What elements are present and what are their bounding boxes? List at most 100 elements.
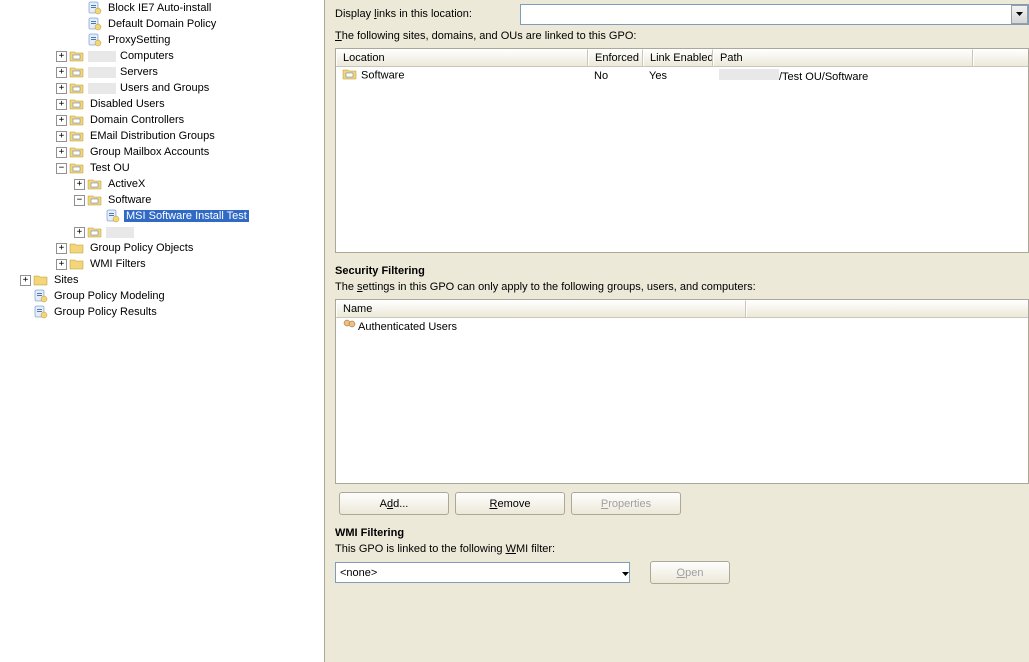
expand-icon[interactable]: +: [56, 147, 67, 158]
ou-icon: [69, 128, 85, 144]
links-cell-enforced: No: [588, 70, 643, 82]
ou-icon: [87, 192, 103, 208]
expand-icon[interactable]: +: [56, 243, 67, 254]
tree-item[interactable]: + Group Mailbox Accounts: [20, 144, 324, 160]
links-header-location[interactable]: Location: [336, 49, 588, 66]
ou-icon: [342, 66, 358, 85]
expand-icon[interactable]: +: [56, 99, 67, 110]
add-button[interactable]: Add...: [339, 492, 449, 515]
wmi-filtering-title: WMI Filtering: [335, 521, 1029, 543]
ou-icon: [69, 80, 85, 96]
details-panel: Display links in this location: The foll…: [325, 0, 1029, 662]
linked-sites-label: The following sites, domains, and OUs ar…: [335, 30, 1029, 42]
console-tree[interactable]: Block IE7 Auto-install Default Domain Pol…: [0, 0, 324, 320]
tree-item-label: Default Domain Policy: [106, 18, 218, 30]
ou-icon: [87, 176, 103, 192]
expand-icon[interactable]: +: [56, 67, 67, 78]
users-icon: [342, 319, 358, 334]
links-header-enforced[interactable]: Enforced: [588, 49, 643, 66]
display-links-label: Display links in this location:: [335, 8, 520, 20]
tree-item-label: MSI Software Install Test: [124, 210, 249, 222]
remove-button[interactable]: Remove: [455, 492, 565, 515]
gpo-icon: [87, 0, 103, 16]
tree-item[interactable]: + Computers: [20, 48, 324, 64]
tree-item-label: Group Policy Objects: [88, 242, 195, 254]
gpo-icon: [87, 32, 103, 48]
tree-item-label: Domain Controllers: [88, 114, 186, 126]
tree-item[interactable]: MSI Software Install Test: [20, 208, 324, 224]
expand-icon[interactable]: +: [56, 83, 67, 94]
expand-icon[interactable]: +: [20, 275, 31, 286]
expand-icon[interactable]: +: [56, 131, 67, 142]
expand-spacer: [20, 291, 31, 302]
folder-icon: [69, 256, 85, 272]
ou-icon: [69, 160, 85, 176]
links-header-path[interactable]: Path: [713, 49, 973, 66]
tree-item[interactable]: Group Policy Results: [20, 304, 324, 320]
security-filtering-title: Security Filtering: [335, 259, 1029, 281]
expand-icon[interactable]: +: [56, 115, 67, 126]
tree-item[interactable]: + Users and Groups: [20, 80, 324, 96]
ou-icon: [69, 48, 85, 64]
tree-item-label: Servers: [118, 66, 160, 78]
links-row[interactable]: SoftwareNoYes/Test OU/Software: [336, 67, 1028, 84]
ou-icon: [69, 96, 85, 112]
properties-button[interactable]: Properties: [571, 492, 681, 515]
tree-item[interactable]: + EMail Distribution Groups: [20, 128, 324, 144]
expand-icon[interactable]: +: [56, 259, 67, 270]
wmi-filtering-desc: This GPO is linked to the following WMI …: [335, 543, 1029, 561]
expand-spacer: [74, 35, 85, 46]
expand-spacer: [74, 3, 85, 14]
tree-item[interactable]: + WMI Filters: [20, 256, 324, 272]
links-listview[interactable]: Location Enforced Link Enabled Path Soft…: [335, 48, 1029, 253]
collapse-icon[interactable]: −: [74, 195, 85, 206]
display-links-dropdown[interactable]: [520, 4, 1029, 25]
tree-item-label: Test OU: [88, 162, 132, 174]
tree-item-label: EMail Distribution Groups: [88, 130, 217, 142]
tree-item[interactable]: + Domain Controllers: [20, 112, 324, 128]
gpo-icon: [105, 208, 121, 224]
tree-item-label: ActiveX: [106, 178, 147, 190]
open-button[interactable]: Open: [650, 561, 730, 584]
security-cell-name: Authenticated Users: [336, 319, 746, 334]
tree-item-label: Users and Groups: [118, 82, 211, 94]
links-cell-location: Software: [336, 66, 588, 85]
expand-icon[interactable]: +: [74, 179, 85, 190]
tree-item-label: ProxySetting: [106, 34, 172, 46]
tree-item[interactable]: Block IE7 Auto-install: [20, 0, 324, 16]
security-header-name[interactable]: Name: [336, 300, 746, 317]
tree-panel: Block IE7 Auto-install Default Domain Pol…: [0, 0, 325, 662]
tree-item[interactable]: Group Policy Modeling: [20, 288, 324, 304]
links-header-spacer: [973, 49, 1028, 66]
tree-item-label: Group Policy Modeling: [52, 290, 167, 302]
tree-item[interactable]: −Software: [20, 192, 324, 208]
dropdown-button[interactable]: [622, 567, 629, 579]
tree-item[interactable]: + Group Policy Objects: [20, 240, 324, 256]
expand-spacer: [92, 211, 103, 222]
tree-item-label: Disabled Users: [88, 98, 167, 110]
tree-item-label: Group Mailbox Accounts: [88, 146, 211, 158]
tree-item[interactable]: + Servers: [20, 64, 324, 80]
tree-item[interactable]: + Disabled Users: [20, 96, 324, 112]
gpo-icon: [87, 16, 103, 32]
tree-item-label: Computers: [118, 50, 176, 62]
tree-item[interactable]: Default Domain Policy: [20, 16, 324, 32]
security-row[interactable]: Authenticated Users: [336, 318, 1028, 335]
wmi-filter-dropdown[interactable]: <none>: [335, 562, 630, 583]
collapse-icon[interactable]: −: [56, 163, 67, 174]
folder-icon: [69, 240, 85, 256]
folder-icon: [33, 272, 49, 288]
dropdown-button[interactable]: [1011, 5, 1028, 24]
tree-item-label: WMI Filters: [88, 258, 148, 270]
tree-item[interactable]: +: [20, 224, 324, 240]
expand-icon[interactable]: +: [56, 51, 67, 62]
tree-item[interactable]: ProxySetting: [20, 32, 324, 48]
security-listview[interactable]: Name Authenticated Users: [335, 299, 1029, 484]
tree-item[interactable]: − Test OU: [20, 160, 324, 176]
ou-icon: [87, 224, 103, 240]
links-cell-link-enabled: Yes: [643, 70, 713, 82]
tree-item[interactable]: +Sites: [20, 272, 324, 288]
links-header-link-enabled[interactable]: Link Enabled: [643, 49, 713, 66]
expand-icon[interactable]: +: [74, 227, 85, 238]
tree-item[interactable]: + ActiveX: [20, 176, 324, 192]
